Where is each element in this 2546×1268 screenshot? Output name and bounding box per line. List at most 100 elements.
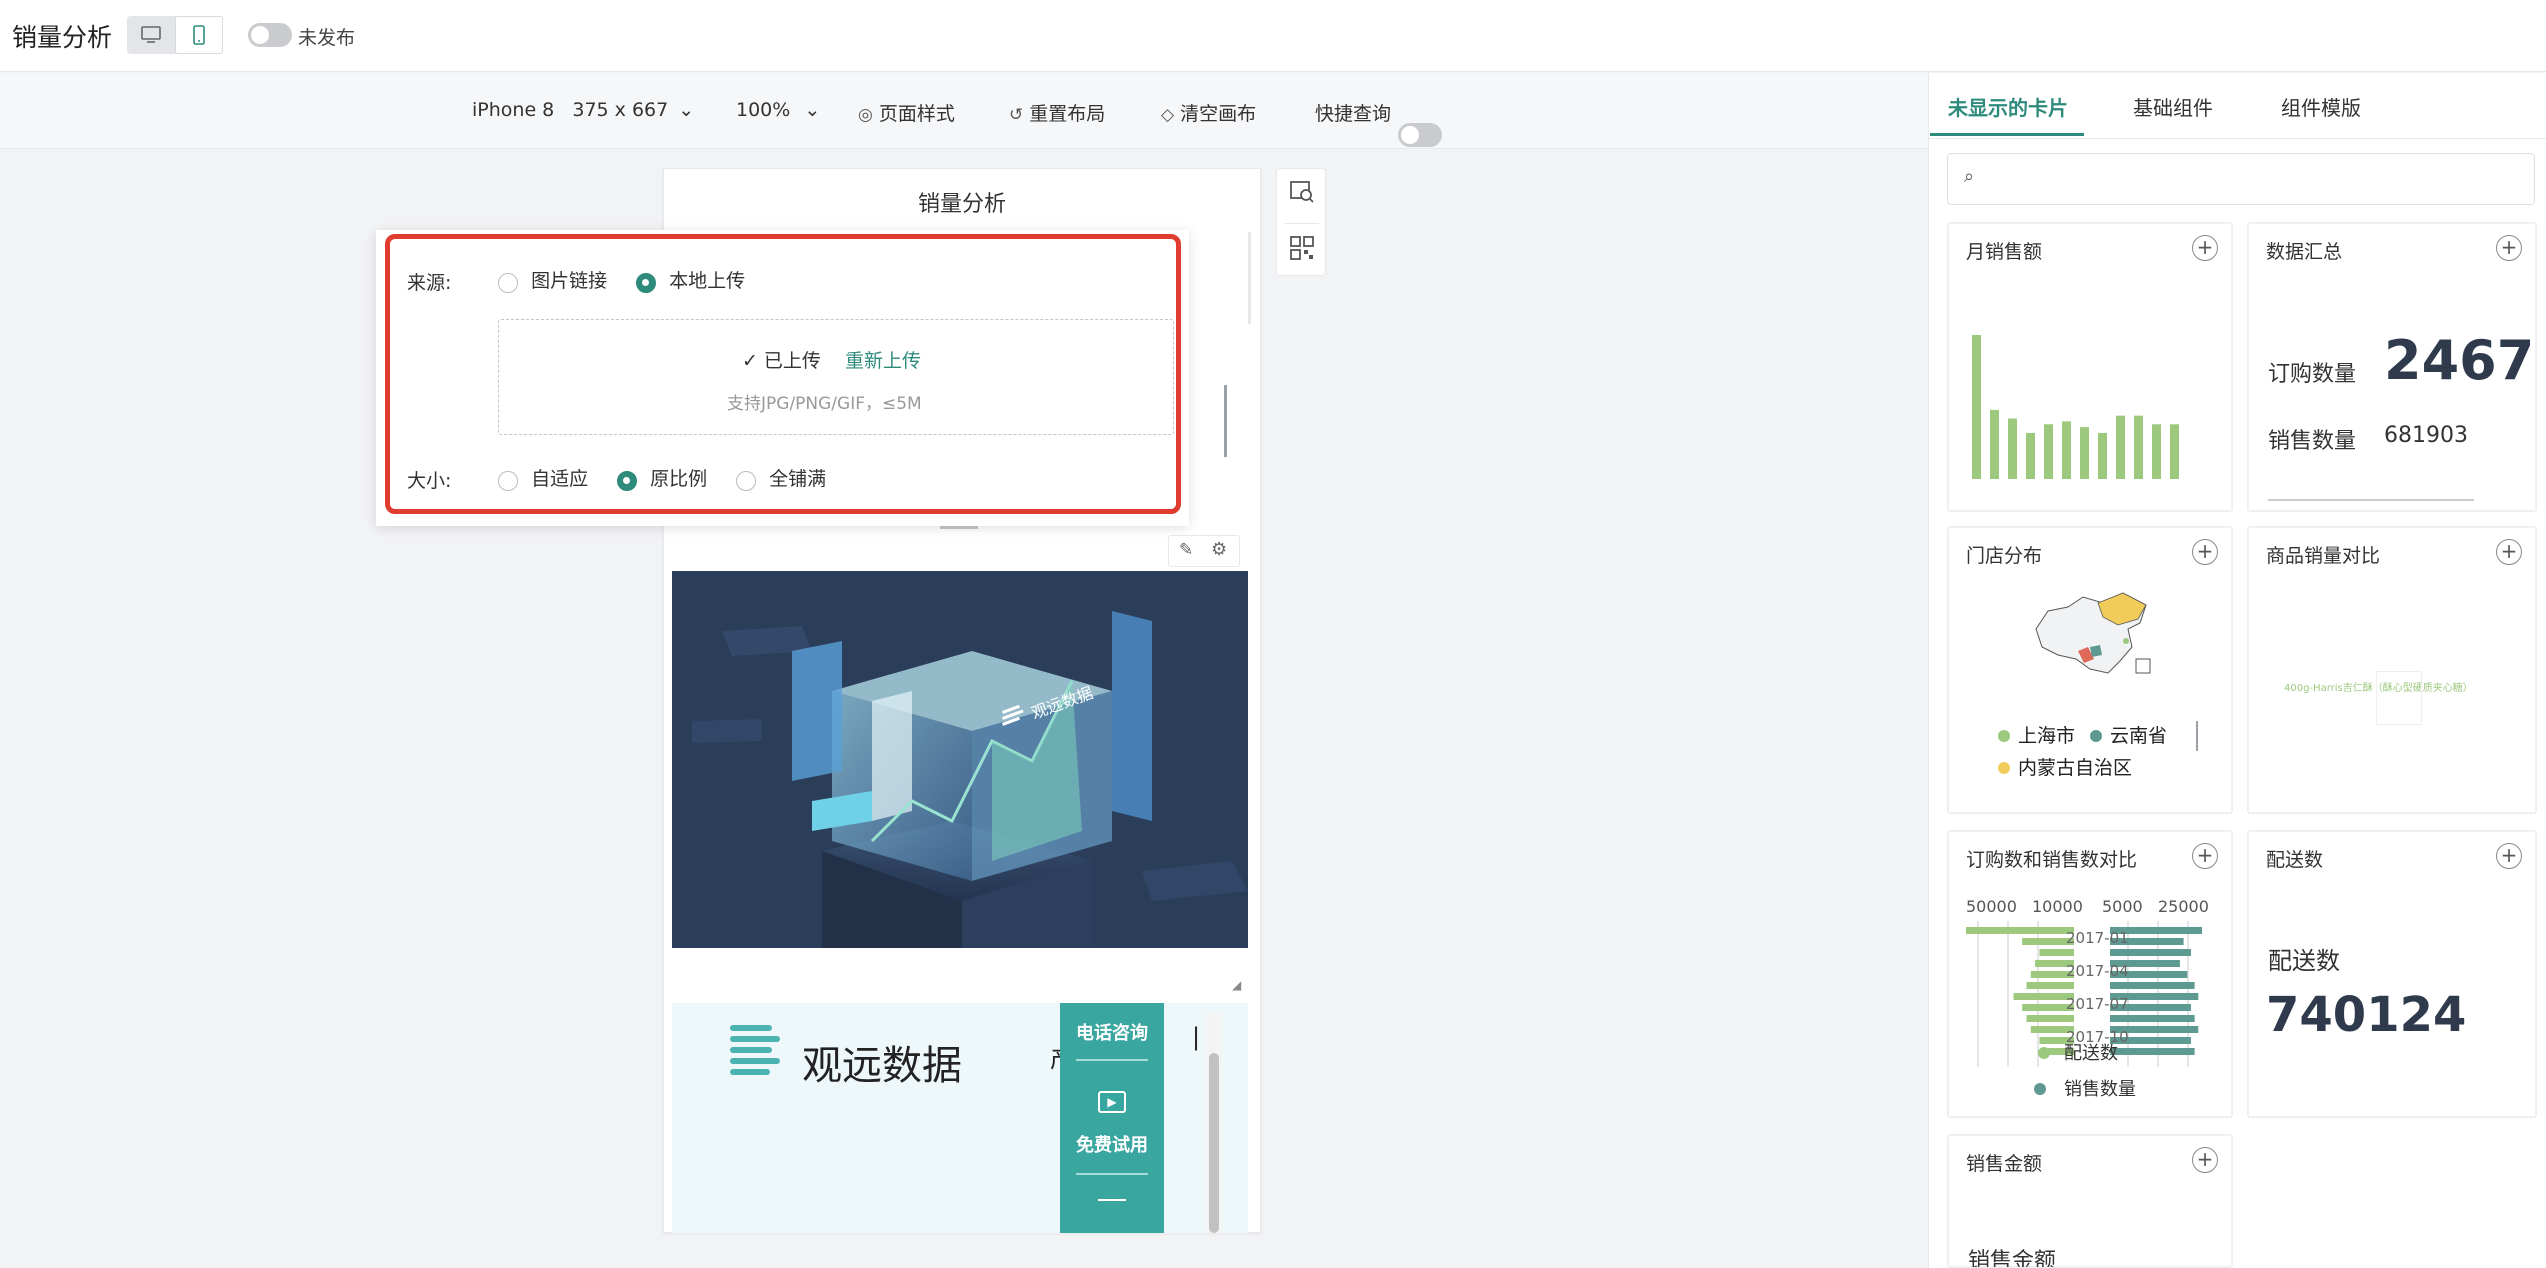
delivery-bar — [1966, 927, 2074, 934]
zoom-label: 100% — [736, 99, 791, 121]
image-card-actions: ✎ ⚙ — [1168, 535, 1240, 567]
add-icon[interactable]: + — [2496, 843, 2522, 869]
card-sales-amount[interactable]: 销售金额 + 销售金额 — [1947, 1134, 2233, 1268]
quick-query-toggle[interactable] — [1398, 123, 1442, 147]
map-legend-item: 云南省 — [2090, 721, 2167, 748]
monthly-sales-bar — [2152, 424, 2161, 479]
monthly-sales-bar — [2062, 421, 2071, 479]
monthly-sales-bar — [2134, 415, 2143, 479]
add-icon[interactable]: + — [2192, 1147, 2218, 1173]
device-toggle[interactable] — [127, 16, 223, 54]
add-icon[interactable]: + — [2192, 539, 2218, 565]
delivery-bar — [2026, 1015, 2074, 1022]
card-title: 销售金额 — [1966, 1153, 2043, 1175]
free-trial-button[interactable]: 免费试用 — [1060, 1131, 1164, 1157]
card-title: 商品销量对比 — [2266, 545, 2381, 567]
banner-image[interactable]: 观远数据 — [672, 571, 1248, 948]
summary-value-2: 681903 — [2384, 423, 2468, 448]
clear-canvas-button[interactable]: ◇ 清空画布 — [1161, 99, 1256, 126]
tab-hidden-cards[interactable]: 未显示的卡片 — [1948, 92, 2068, 121]
device-select[interactable]: iPhone 8 375 x 667 ⌄ — [472, 99, 694, 121]
preview-search-icon[interactable] — [1289, 179, 1315, 209]
monthly-sales-bar — [2044, 424, 2053, 479]
contact-side-bar: 电话咨询 ▶ 免费试用 — [1060, 1003, 1164, 1233]
china-map-icon — [2035, 592, 2151, 674]
reset-layout-button[interactable]: ↺ 重置布局 — [1009, 99, 1105, 126]
mobile-view-button[interactable] — [175, 16, 223, 54]
phone-page-title: 销量分析 — [917, 192, 1006, 217]
clear-canvas-label: 清空画布 — [1180, 103, 1257, 125]
brand-title: 观远数据 — [802, 1043, 962, 1089]
publish-toggle[interactable] — [248, 23, 292, 47]
qrcode-icon[interactable] — [1289, 235, 1315, 265]
publish-status: 未发布 — [298, 27, 356, 49]
search-icon: ⌕ — [1964, 166, 1975, 187]
card-search[interactable]: ⌕ — [1947, 153, 2535, 205]
search-input[interactable] — [1992, 154, 2512, 202]
zoom-select[interactable]: 100% ⌄ — [736, 99, 820, 121]
card-store-distribution[interactable]: 门店分布 + 上海市 云南省 内蒙古自治区 — [1947, 526, 2233, 814]
map-legend-item: 内蒙古自治区 — [1998, 753, 2132, 780]
desktop-view-button[interactable] — [127, 16, 175, 54]
gear-icon[interactable]: ⚙ — [1211, 539, 1227, 560]
legend-label: 配送数 — [2064, 1043, 2118, 1064]
card-delivery-count[interactable]: 配送数 + 配送数 740124 — [2247, 830, 2537, 1118]
reset-icon: ↺ — [1009, 105, 1024, 125]
chart-legend-item: 配送数 — [2038, 1039, 2118, 1065]
card-product-sales-compare[interactable]: 商品销量对比 + 400g-Harris吉仁酥（酥心型硬质夹心糖） — [2247, 526, 2537, 814]
delivery-value: 740124 — [2266, 987, 2467, 1043]
active-tab-indicator — [1930, 133, 2084, 136]
delivery-bar — [2039, 949, 2074, 956]
monthly-sales-bar — [2080, 427, 2089, 479]
eraser-icon: ◇ — [1161, 105, 1175, 125]
tab-component-templates[interactable]: 组件模版 — [2281, 92, 2361, 121]
reset-layout-label: 重置布局 — [1029, 103, 1106, 125]
isometric-data-illustration: 观远数据 — [672, 571, 1248, 948]
brand-card: 观远数据 产 电话咨询 ▶ 免费试用 | — [672, 1003, 1248, 1233]
monthly-sales-chart — [1972, 335, 2179, 479]
card-monthly-sales[interactable]: 月销售额 + — [1947, 222, 2233, 512]
tab-basic-components[interactable]: 基础组件 — [2133, 92, 2213, 121]
app-title: 销量分析 — [12, 23, 113, 52]
divider — [1076, 1059, 1148, 1061]
summary-label-1: 订购数量 — [2268, 362, 2357, 387]
add-icon[interactable]: + — [2496, 235, 2522, 261]
card-data-summary[interactable]: 数据汇总 + 订购数量 24670 销售数量 681903 — [2247, 222, 2537, 512]
delivery-bar — [2026, 982, 2074, 989]
edit-icon[interactable]: ✎ — [1179, 540, 1193, 560]
mobile-icon — [193, 25, 205, 45]
palette-icon: ◎ — [858, 105, 873, 125]
top-bar — [0, 0, 2546, 72]
divider — [1285, 223, 1319, 224]
page-style-label: 页面样式 — [878, 103, 955, 125]
mini-chart-placeholder — [2376, 671, 2422, 725]
monthly-sales-bar — [1972, 335, 1981, 479]
chart-legend-item: 销售数量 — [2034, 1075, 2136, 1101]
scrollbar[interactable] — [2268, 499, 2474, 501]
monthly-sales-bar — [2170, 424, 2179, 479]
scrollbar[interactable] — [1206, 1013, 1222, 1233]
delivery-label: 配送数 — [2268, 947, 2340, 975]
monthly-sales-bar — [2008, 418, 2017, 479]
phone-consult-button[interactable]: 电话咨询 — [1060, 1019, 1164, 1045]
card-title: 数据汇总 — [2266, 241, 2343, 263]
sales-quantity-bar — [2110, 1048, 2195, 1055]
y-tick: 2017-01 — [2066, 929, 2129, 947]
quick-query-label: 快捷查询 — [1315, 103, 1392, 125]
drag-handle[interactable] — [940, 526, 978, 529]
highlight-frame — [385, 234, 1181, 514]
add-icon[interactable]: + — [2496, 539, 2522, 565]
chevron-down-icon: ⌄ — [678, 99, 695, 121]
card-order-vs-sales[interactable]: 订购数和销售数对比 + 50000 10000 5000 25000 2017-… — [1947, 830, 2233, 1118]
monthly-sales-bar — [2098, 432, 2107, 479]
resize-handle-icon[interactable]: ◢ — [1232, 978, 1241, 992]
monthly-sales-bar — [2026, 432, 2035, 479]
legend-scroll-indicator[interactable] — [2196, 721, 2198, 751]
sales-quantity-bar — [2110, 949, 2191, 956]
scroll-top-icon[interactable] — [1098, 1199, 1126, 1201]
brand-logo-icon — [730, 1025, 780, 1075]
page-style-button[interactable]: ◎ 页面样式 — [858, 99, 955, 126]
card-edge — [1248, 232, 1251, 324]
y-tick: 2017-04 — [2066, 962, 2129, 980]
device-select-label: iPhone 8 375 x 667 — [472, 99, 669, 121]
